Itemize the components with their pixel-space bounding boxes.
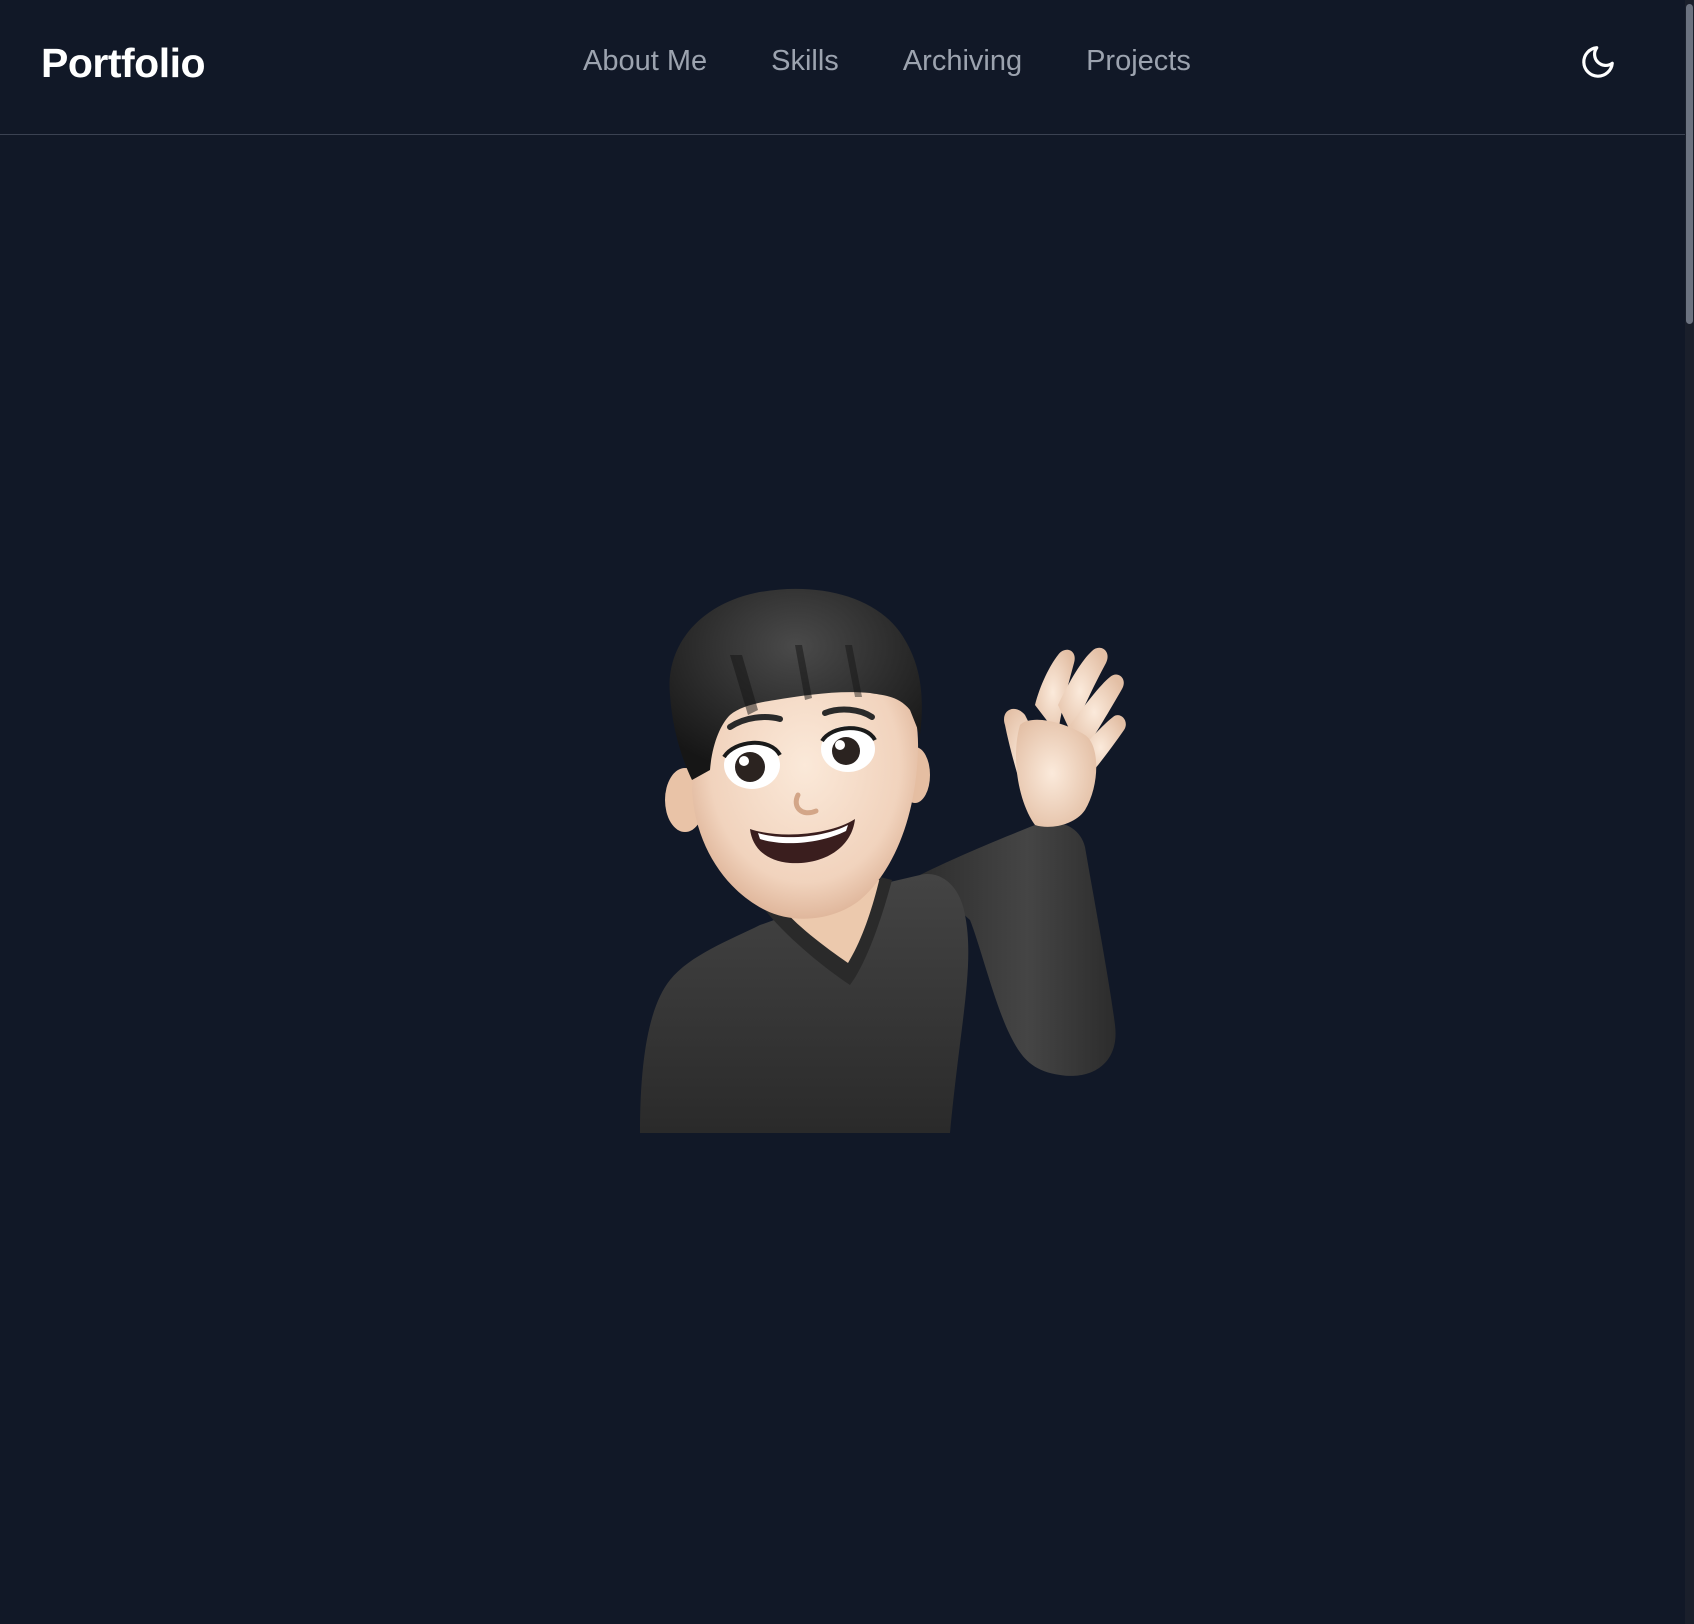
scrollbar[interactable] (1685, 0, 1694, 1624)
top-navbar: Portfolio About Me Skills Archiving Proj… (0, 0, 1685, 135)
nav-projects[interactable]: Projects (1086, 44, 1191, 78)
moon-icon (1582, 46, 1614, 78)
brand-logo[interactable]: Portfolio (41, 40, 206, 87)
waving-memoji-avatar (640, 588, 1126, 1133)
nav-about-me[interactable]: About Me (583, 44, 707, 78)
page: Portfolio About Me Skills Archiving Proj… (0, 0, 1694, 1624)
nav-skills[interactable]: Skills (771, 44, 839, 78)
main-nav: About Me Skills Archiving Projects (583, 44, 1191, 78)
nav-archiving[interactable]: Archiving (903, 44, 1022, 78)
scrollbar-thumb[interactable] (1686, 4, 1693, 324)
theme-toggle-button[interactable] (1578, 42, 1618, 82)
